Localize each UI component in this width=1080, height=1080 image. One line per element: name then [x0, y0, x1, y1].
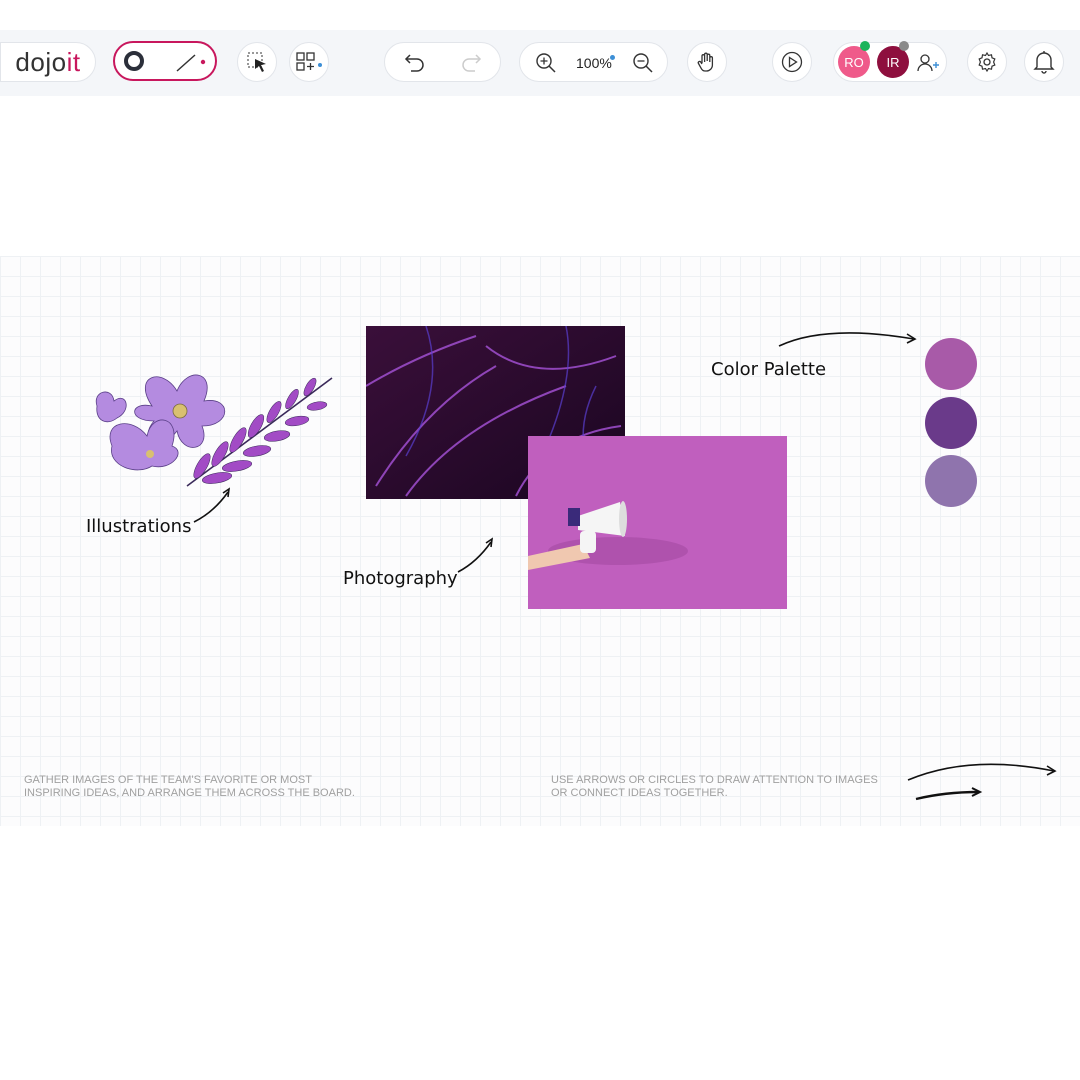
status-dot-away [899, 41, 909, 51]
arrow-to-photo[interactable] [455, 536, 501, 576]
bell-icon [1033, 51, 1055, 74]
illustrations-label[interactable]: Illustrations [86, 516, 191, 537]
status-dot-online [860, 41, 870, 51]
logo-text-suffix: it [66, 46, 81, 77]
zoom-in-icon[interactable] [534, 51, 558, 80]
color-palette-label[interactable]: Color Palette [711, 359, 826, 380]
photography-label[interactable]: Photography [343, 568, 458, 589]
avatar-initials: IR [886, 54, 900, 70]
zoom-pill: 100% [519, 42, 668, 82]
gear-icon [978, 51, 996, 73]
add-widget-icon [296, 52, 322, 71]
pan-hand-button[interactable] [687, 42, 727, 82]
redo-icon[interactable] [459, 51, 483, 78]
palette-swatch-1[interactable] [925, 338, 977, 390]
zoom-out-icon[interactable] [631, 51, 655, 80]
top-toolbar: dojo it 100% RO IR [0, 30, 1080, 96]
arrow-to-illustration[interactable] [190, 484, 238, 526]
undo-redo-pill [384, 42, 501, 82]
zoom-indicator-dot [610, 55, 615, 60]
flower-illustration[interactable] [92, 366, 342, 496]
palette-swatch-2[interactable] [925, 397, 977, 449]
megaphone-photo[interactable] [528, 436, 787, 609]
settings-button[interactable] [967, 42, 1007, 82]
drawing-tools-pill [113, 41, 217, 81]
hand-icon [697, 52, 714, 72]
dojoit-logo[interactable]: dojo it [0, 42, 96, 82]
select-area-icon [247, 52, 266, 72]
avatar-initials: RO [844, 54, 864, 70]
add-user-icon[interactable] [916, 51, 942, 80]
add-widget-button[interactable] [289, 42, 329, 82]
undo-icon[interactable] [403, 51, 427, 78]
select-area-button[interactable] [237, 42, 277, 82]
example-arrows[interactable] [900, 752, 1066, 804]
instruction-note-left[interactable]: GATHER IMAGES OF THE TEAM'S FAVORITE OR … [24, 774, 364, 800]
play-icon [781, 51, 803, 73]
notifications-button[interactable] [1024, 42, 1064, 82]
arrow-to-palette[interactable] [776, 322, 922, 352]
present-button[interactable] [772, 42, 812, 82]
palette-swatch-3[interactable] [925, 455, 977, 507]
color-ring-icon[interactable] [123, 50, 145, 77]
logo-text-prefix: dojo [15, 46, 67, 77]
line-tool-icon[interactable] [173, 51, 209, 80]
zoom-level[interactable]: 100% [576, 55, 612, 71]
collaborators-pill: RO IR [833, 41, 947, 82]
instruction-note-right[interactable]: USE ARROWS OR CIRCLES TO DRAW ATTENTION … [551, 774, 891, 800]
